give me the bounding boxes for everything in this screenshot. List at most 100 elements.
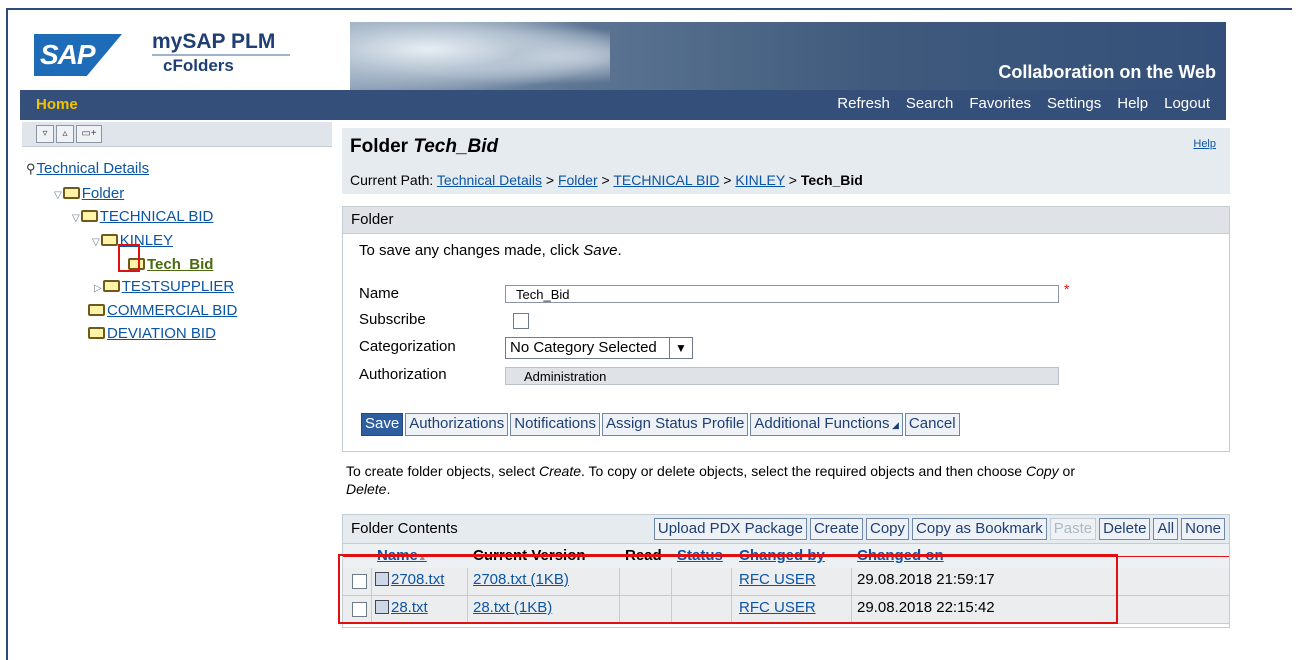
tree-label: Tech_Bid bbox=[147, 256, 214, 273]
additional-functions-label: Additional Functions bbox=[754, 415, 890, 432]
name-input[interactable]: Tech_Bid bbox=[505, 285, 1059, 303]
name-label: Name bbox=[359, 285, 400, 302]
info-copy: Copy bbox=[1025, 463, 1059, 479]
authorizations-button[interactable]: Authorizations bbox=[405, 413, 509, 436]
menu-arrow-icon: ◢ bbox=[889, 420, 899, 430]
expanded-arrow-icon[interactable]: ▽ bbox=[54, 190, 62, 201]
folder-icon bbox=[80, 210, 98, 222]
categorization-label: Categorization bbox=[359, 338, 456, 355]
info-part: . To copy or delete objects, select the … bbox=[581, 463, 1026, 479]
message-end: . bbox=[617, 242, 622, 259]
folder-icon bbox=[102, 280, 120, 292]
expanded-arrow-icon[interactable]: ▽ bbox=[72, 213, 80, 224]
save-button[interactable]: Save bbox=[361, 413, 404, 436]
chevron-down-icon: ▼ bbox=[669, 338, 692, 358]
info-part: . bbox=[386, 481, 391, 497]
breadcrumb-technical-bid[interactable]: TECHNICAL BID bbox=[613, 172, 719, 188]
help-link[interactable]: Help bbox=[1193, 138, 1216, 150]
subscribe-label: Subscribe bbox=[359, 311, 426, 328]
tree-item-technical-details[interactable]: ⚲Technical Details bbox=[26, 160, 149, 177]
folder-contents-toolbar: Folder Contents Upload PDX Package Creat… bbox=[343, 515, 1229, 544]
tree-label: TECHNICAL BID bbox=[99, 208, 214, 225]
tree-toolbar: ▿ ▵ ▭+ bbox=[22, 122, 332, 147]
select-none-button[interactable]: None bbox=[1181, 518, 1225, 540]
copy-button[interactable]: Copy bbox=[866, 518, 910, 540]
title-prefix: Folder bbox=[350, 136, 414, 157]
breadcrumb: Current Path: Technical Details > Folder… bbox=[350, 172, 863, 188]
page-title: Folder Tech_Bid bbox=[350, 136, 498, 158]
create-button[interactable]: Create bbox=[809, 518, 863, 540]
breadcrumb-separator: > bbox=[597, 172, 614, 188]
folder-icon bbox=[88, 327, 105, 339]
save-message: To save any changes made, click Save. bbox=[359, 242, 622, 259]
tree-item-folder[interactable]: ▽ Folder bbox=[54, 185, 124, 202]
folder-actions: Save Authorizations Notifications Assign… bbox=[361, 413, 960, 436]
folder-panel: Folder To save any changes made, click S… bbox=[342, 206, 1230, 452]
info-part: To create folder objects, select bbox=[346, 463, 539, 479]
highlight-box-rows bbox=[338, 554, 1118, 624]
info-delete: Delete bbox=[346, 481, 387, 497]
tree-label: DEVIATION BID bbox=[107, 325, 216, 342]
nav-favorites-link[interactable]: Favorites bbox=[969, 95, 1031, 112]
nav-logout-link[interactable]: Logout bbox=[1164, 95, 1210, 112]
info-create: Create bbox=[539, 463, 582, 479]
tree-item-technical-bid[interactable]: ▽ TECHNICAL BID bbox=[72, 208, 213, 225]
instructions-text: To create folder objects, select Create.… bbox=[346, 462, 1206, 498]
breadcrumb-technical-details[interactable]: Technical Details bbox=[437, 172, 542, 188]
expand-all-icon[interactable]: ▿ bbox=[36, 125, 54, 143]
folder-contents-title: Folder Contents bbox=[351, 520, 458, 537]
tree-item-commercial-bid[interactable]: COMMERCIAL BID bbox=[88, 302, 237, 319]
authorization-label: Authorization bbox=[359, 366, 447, 383]
additional-functions-button[interactable]: Additional Functions ◢ bbox=[750, 413, 903, 436]
nav-home-link[interactable]: Home bbox=[36, 96, 78, 113]
new-folder-icon[interactable]: ▭+ bbox=[76, 125, 102, 143]
cancel-button[interactable]: Cancel bbox=[904, 413, 960, 436]
nav-help-link[interactable]: Help bbox=[1117, 95, 1148, 112]
breadcrumb-kinley[interactable]: KINLEY bbox=[735, 172, 785, 188]
authorization-field: Administration bbox=[505, 367, 1059, 385]
upload-pdx-button[interactable]: Upload PDX Package bbox=[653, 518, 807, 540]
breadcrumb-separator: > bbox=[784, 172, 801, 188]
expanded-arrow-icon[interactable]: ▽ bbox=[92, 237, 100, 248]
top-nav: Home Refresh Search Favorites Settings H… bbox=[20, 90, 1226, 120]
nav-search-link[interactable]: Search bbox=[906, 95, 954, 112]
product-subname: cFolders bbox=[163, 56, 234, 75]
collapsed-arrow-icon[interactable]: ▷ bbox=[94, 283, 102, 294]
tree-item-testsupplier[interactable]: ▷ TESTSUPPLIER bbox=[94, 278, 234, 295]
assign-status-profile-button[interactable]: Assign Status Profile bbox=[601, 413, 749, 436]
nav-links: Refresh Search Favorites Settings Help L… bbox=[837, 95, 1210, 112]
breadcrumb-separator: > bbox=[719, 172, 736, 188]
breadcrumb-folder[interactable]: Folder bbox=[558, 172, 598, 188]
nav-settings-link[interactable]: Settings bbox=[1047, 95, 1101, 112]
tree-label: TESTSUPPLIER bbox=[121, 278, 235, 295]
tree-item-deviation-bid[interactable]: DEVIATION BID bbox=[88, 325, 216, 342]
sap-logo: SAP bbox=[34, 34, 122, 76]
title-area: Folder Tech_Bid Help Current Path: Techn… bbox=[342, 128, 1230, 194]
nav-refresh-link[interactable]: Refresh bbox=[837, 95, 890, 112]
tree-label: COMMERCIAL BID bbox=[107, 302, 238, 319]
highlight-box-tree bbox=[118, 244, 140, 272]
app-header: SAP mySAP PLM cFolders Collaboration on … bbox=[20, 22, 1226, 90]
tagline: Collaboration on the Web bbox=[998, 62, 1216, 82]
collapse-all-icon[interactable]: ▵ bbox=[56, 125, 74, 143]
breadcrumb-label: Current Path: bbox=[350, 172, 437, 188]
info-part: or bbox=[1058, 463, 1075, 479]
binoculars-icon: ⚲ bbox=[26, 161, 36, 176]
tree-label: Technical Details bbox=[36, 160, 150, 177]
notifications-button[interactable]: Notifications bbox=[510, 413, 600, 436]
product-name: mySAP PLM bbox=[152, 30, 276, 53]
title-folder-name: Tech_Bid bbox=[413, 136, 499, 157]
select-all-button[interactable]: All bbox=[1153, 518, 1179, 540]
message-text: To save any changes made, click bbox=[359, 242, 584, 259]
paste-button: Paste bbox=[1049, 518, 1097, 540]
tree-item-tech-bid-selected[interactable]: Tech_Bid bbox=[128, 256, 213, 273]
tree-label: Folder bbox=[81, 185, 125, 202]
header-photo bbox=[350, 22, 610, 90]
delete-button[interactable]: Delete bbox=[1099, 518, 1151, 540]
categorization-select[interactable]: No Category Selected ▼ bbox=[505, 337, 693, 359]
subscribe-checkbox[interactable] bbox=[513, 313, 529, 329]
breadcrumb-current: Tech_Bid bbox=[800, 172, 863, 188]
copy-as-bookmark-button[interactable]: Copy as Bookmark bbox=[912, 518, 1047, 540]
folder-icon bbox=[88, 304, 105, 316]
folder-panel-header: Folder bbox=[343, 207, 1229, 234]
